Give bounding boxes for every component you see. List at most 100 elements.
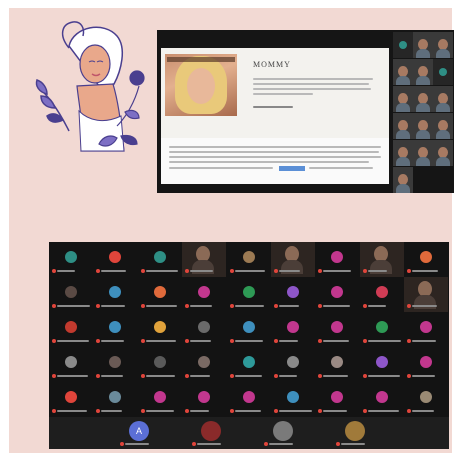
flower-branch-left xyxy=(35,79,70,132)
participant-tile[interactable] xyxy=(93,382,137,417)
participant-tile[interactable] xyxy=(138,347,182,382)
participant-tile[interactable] xyxy=(404,347,448,382)
participant-tile[interactable] xyxy=(138,277,182,312)
participant-tile[interactable] xyxy=(182,242,227,277)
participant-tile[interactable] xyxy=(49,347,93,382)
avatar xyxy=(198,321,211,333)
muted-mic-icon xyxy=(318,339,323,343)
slide-text-strip xyxy=(161,138,389,184)
muted-mic-icon xyxy=(362,304,367,308)
muted-mic-icon xyxy=(140,339,145,343)
participant-tile[interactable] xyxy=(404,277,449,312)
participant-tile[interactable] xyxy=(271,242,315,277)
participant-tile[interactable] xyxy=(138,242,182,277)
participant-tile[interactable] xyxy=(359,242,404,277)
avatar xyxy=(287,286,299,298)
avatar xyxy=(65,391,77,403)
muted-mic-icon xyxy=(185,269,190,273)
side-participant-tile xyxy=(393,113,413,139)
participant-tile[interactable] xyxy=(138,382,182,417)
muted-mic-icon xyxy=(229,409,234,413)
participant-tile[interactable] xyxy=(360,277,404,312)
participant-tile[interactable] xyxy=(49,242,93,277)
avatar xyxy=(242,286,255,298)
participant-tile[interactable] xyxy=(93,242,137,277)
participant-tile[interactable] xyxy=(93,312,137,347)
muted-mic-icon xyxy=(185,339,190,343)
participant-tile[interactable] xyxy=(227,382,271,417)
participant-tile[interactable] xyxy=(404,312,448,347)
side-participant-tile xyxy=(413,59,433,85)
avatar xyxy=(287,321,299,333)
participant-tile[interactable] xyxy=(227,242,271,277)
participant-tile[interactable] xyxy=(49,382,93,417)
avatar xyxy=(345,421,365,441)
muted-mic-icon xyxy=(318,409,323,413)
participant-tile[interactable] xyxy=(271,382,315,417)
muted-mic-icon xyxy=(229,304,234,308)
participant-tile[interactable] xyxy=(360,347,404,382)
participant-tile[interactable] xyxy=(333,417,377,449)
avatar xyxy=(420,356,433,368)
muted-mic-icon xyxy=(52,304,56,308)
side-participant-tile xyxy=(393,32,413,58)
participant-tile[interactable] xyxy=(227,277,271,312)
side-participant-tile xyxy=(393,59,413,85)
muted-mic-icon xyxy=(362,269,367,273)
participant-tile[interactable]: A xyxy=(117,417,161,449)
participant-tile[interactable] xyxy=(227,312,271,347)
avatar xyxy=(331,286,344,298)
side-participant-tile xyxy=(433,140,453,166)
participant-tile[interactable] xyxy=(49,312,93,347)
participant-tile[interactable] xyxy=(182,277,226,312)
participant-tile[interactable] xyxy=(315,242,359,277)
avatar xyxy=(65,321,77,333)
participant-tile[interactable] xyxy=(315,277,359,312)
participant-tile[interactable] xyxy=(227,347,271,382)
side-participant-tile xyxy=(393,167,413,193)
muted-mic-icon xyxy=(229,339,234,343)
participant-tile[interactable] xyxy=(261,417,305,449)
participant-tile[interactable] xyxy=(271,312,315,347)
participant-tile[interactable] xyxy=(404,242,448,277)
participant-tile[interactable] xyxy=(360,312,404,347)
participant-tile[interactable] xyxy=(182,347,226,382)
participant-tile[interactable] xyxy=(93,347,137,382)
side-participant-tile xyxy=(433,32,453,58)
participant-tile[interactable] xyxy=(404,382,448,417)
collage: MOMMY A xyxy=(9,8,454,453)
muted-mic-icon xyxy=(229,269,234,273)
participant-tile[interactable] xyxy=(271,347,315,382)
shared-slide: MOMMY xyxy=(161,48,389,184)
participant-tile[interactable] xyxy=(182,312,226,347)
participant-tile[interactable] xyxy=(360,382,404,417)
participant-tile[interactable] xyxy=(189,417,233,449)
avatar xyxy=(109,391,122,403)
muted-mic-icon xyxy=(96,374,101,378)
participant-strip xyxy=(392,30,454,193)
side-participant-tile xyxy=(393,140,413,166)
muted-mic-icon xyxy=(407,409,412,413)
muted-mic-icon xyxy=(140,409,145,413)
avatar xyxy=(375,356,388,368)
participant-tile[interactable] xyxy=(315,382,359,417)
muted-mic-icon xyxy=(362,374,367,378)
muted-mic-icon xyxy=(140,269,145,273)
avatar: A xyxy=(129,421,149,441)
muted-mic-icon xyxy=(318,269,323,273)
participant-tile[interactable] xyxy=(315,312,359,347)
participant-tile[interactable] xyxy=(315,347,359,382)
avatar xyxy=(420,321,433,333)
side-participant-tile xyxy=(393,86,413,112)
muted-mic-icon xyxy=(318,304,323,308)
participant-tile[interactable] xyxy=(138,312,182,347)
avatar xyxy=(109,321,122,333)
participant-tile[interactable] xyxy=(271,277,315,312)
participant-tile[interactable] xyxy=(93,277,137,312)
participant-tile[interactable] xyxy=(182,382,226,417)
side-participant-tile xyxy=(433,113,453,139)
gallery-bottom-row: A xyxy=(49,417,449,449)
muted-mic-icon xyxy=(192,442,196,446)
muted-mic-icon xyxy=(318,374,323,378)
participant-tile[interactable] xyxy=(49,277,93,312)
